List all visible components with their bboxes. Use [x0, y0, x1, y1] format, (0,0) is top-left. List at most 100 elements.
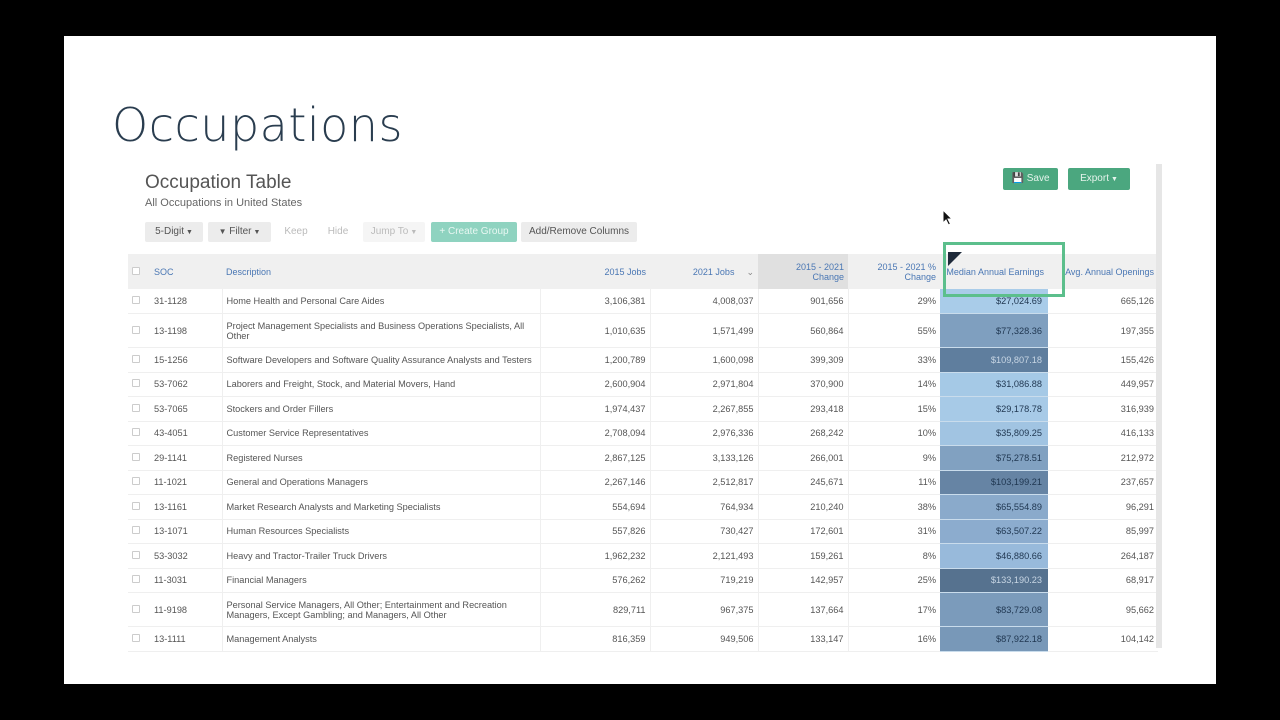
jobs-2021-cell: 2,512,817	[650, 470, 759, 495]
table-row[interactable]: 29-1141 Registered Nurses 2,867,125 3,133,1…	[128, 445, 1158, 471]
checkbox[interactable]	[132, 452, 140, 461]
checkbox[interactable]	[132, 325, 140, 334]
caret-down-icon: ▼	[1110, 176, 1118, 183]
select-all-checkbox[interactable]	[128, 254, 150, 289]
annual-openings-cell: 665,126	[1048, 289, 1158, 314]
soc-cell: 13-1071	[150, 519, 223, 544]
annual-openings-cell: 316,939	[1048, 396, 1158, 422]
column-header-change[interactable]: 2015 - 2021 Change	[758, 254, 848, 289]
export-button[interactable]: Export ▼	[1068, 168, 1130, 190]
column-header-annual-openings[interactable]: Avg. Annual Openings	[1048, 254, 1158, 289]
table-row[interactable]: 53-7065 Stockers and Order Fillers 1,974,4…	[128, 396, 1158, 422]
row-checkbox[interactable]	[128, 592, 150, 627]
change-cell: 137,664	[758, 592, 849, 627]
jobs-2021-cell: 2,121,493	[650, 543, 759, 569]
row-checkbox[interactable]	[128, 494, 150, 520]
description-cell: Management Analysts	[222, 626, 541, 652]
column-header-2021-jobs[interactable]: 2021 Jobs ⌄	[650, 254, 758, 289]
row-checkbox[interactable]	[128, 626, 150, 652]
table-row[interactable]: 43-4051 Customer Service Representatives 2…	[128, 421, 1158, 446]
table-row[interactable]: 11-1021 General and Operations Managers 2,…	[128, 470, 1158, 495]
median-earnings-cell: $103,199.21	[940, 470, 1048, 495]
annual-openings-cell: 264,187	[1048, 543, 1158, 569]
annual-openings-cell: 95,662	[1048, 592, 1158, 627]
change-cell: 293,418	[758, 396, 849, 422]
table-row[interactable]: 31-1128 Home Health and Personal Care Aid…	[128, 289, 1158, 314]
checkbox[interactable]	[132, 604, 140, 613]
table-row[interactable]: 13-1071 Human Resources Specialists 557,82…	[128, 519, 1158, 544]
add-remove-columns-button[interactable]: Add/Remove Columns	[521, 222, 637, 242]
soc-cell: 13-1198	[150, 313, 223, 348]
save-button[interactable]: 💾 Save	[1003, 168, 1058, 190]
checkbox[interactable]	[132, 575, 140, 584]
soc-cell: 13-1111	[150, 626, 223, 652]
checkbox[interactable]	[132, 501, 140, 510]
caret-down-icon: ▼	[253, 229, 261, 236]
row-checkbox[interactable]	[128, 347, 150, 373]
digit-level-dropdown[interactable]: 5-Digit ▼	[145, 222, 203, 242]
sort-chevron-icon[interactable]: ⌄	[746, 267, 754, 277]
mouse-cursor-icon	[942, 209, 954, 226]
table-row[interactable]: 11-9198 Personal Service Managers, All Ot…	[128, 592, 1158, 627]
checkbox[interactable]	[132, 633, 140, 642]
checkbox[interactable]	[132, 379, 140, 388]
table-row[interactable]: 13-1161 Market Research Analysts and Mark…	[128, 494, 1158, 520]
panel-scrollbar[interactable]	[1156, 164, 1162, 648]
jobs-2021-cell: 2,976,336	[650, 421, 759, 446]
median-earnings-cell: $29,178.78	[940, 396, 1048, 422]
occupation-table: SOC Description 2015 Jobs 2021 Jobs ⌄ 201…	[128, 254, 1158, 652]
checkbox[interactable]	[132, 403, 140, 412]
caret-down-icon: ▼	[410, 229, 418, 236]
jobs-2015-cell: 554,694	[540, 494, 651, 520]
jobs-2021-cell: 730,427	[650, 519, 759, 544]
table-row[interactable]: 13-1198 Project Management Specialists an…	[128, 313, 1158, 348]
checkbox[interactable]	[132, 296, 140, 304]
hide-button[interactable]: Hide	[320, 222, 356, 242]
median-earnings-cell: $46,880.66	[940, 543, 1048, 569]
checkbox[interactable]	[132, 354, 140, 363]
row-checkbox[interactable]	[128, 445, 150, 471]
pct-change-cell: 55%	[848, 313, 940, 348]
row-checkbox[interactable]	[128, 372, 150, 397]
row-checkbox[interactable]	[128, 470, 150, 495]
pin-flag-icon	[948, 252, 962, 266]
change-cell: 245,671	[758, 470, 849, 495]
row-checkbox[interactable]	[128, 568, 150, 593]
table-row[interactable]: 53-3032 Heavy and Tractor-Trailer Truck D…	[128, 543, 1158, 569]
column-header-2015-jobs[interactable]: 2015 Jobs	[540, 254, 650, 289]
keep-button[interactable]: Keep	[278, 222, 314, 242]
filter-button[interactable]: ▼ Filter ▼	[208, 222, 271, 242]
median-earnings-cell: $35,809.25	[940, 421, 1048, 446]
table-row[interactable]: 13-1111 Management Analysts 816,359 949,506…	[128, 626, 1158, 652]
jobs-2021-cell: 2,267,855	[650, 396, 759, 422]
checkbox[interactable]	[132, 526, 140, 535]
checkbox[interactable]	[132, 550, 140, 559]
annual-openings-cell: 449,957	[1048, 372, 1158, 397]
annual-openings-cell: 96,291	[1048, 494, 1158, 520]
slide-title: Occupations	[112, 98, 403, 152]
column-header-description[interactable]: Description	[222, 254, 540, 289]
row-checkbox[interactable]	[128, 421, 150, 446]
row-checkbox[interactable]	[128, 289, 150, 314]
pct-change-cell: 15%	[848, 396, 940, 422]
row-checkbox[interactable]	[128, 543, 150, 569]
row-checkbox[interactable]	[128, 313, 150, 348]
table-row[interactable]: 11-3031 Financial Managers 576,262 719,219 1…	[128, 568, 1158, 593]
pct-change-cell: 8%	[848, 543, 940, 569]
row-checkbox[interactable]	[128, 519, 150, 544]
jump-to-dropdown[interactable]: Jump To ▼	[363, 222, 425, 242]
annual-openings-cell: 212,972	[1048, 445, 1158, 471]
column-header-pct-change[interactable]: 2015 - 2021 % Change	[848, 254, 940, 289]
create-group-button[interactable]: + Create Group	[431, 222, 517, 242]
table-row[interactable]: 15-1256 Software Developers and Software …	[128, 347, 1158, 373]
column-header-soc[interactable]: SOC	[150, 254, 222, 289]
annual-openings-cell: 85,997	[1048, 519, 1158, 544]
checkbox[interactable]	[132, 428, 140, 437]
jobs-2021-cell: 949,506	[650, 626, 759, 652]
table-row[interactable]: 53-7062 Laborers and Freight, Stock, and …	[128, 372, 1158, 397]
checkbox[interactable]	[132, 477, 140, 486]
row-checkbox[interactable]	[128, 396, 150, 422]
jobs-2021-cell: 1,571,499	[650, 313, 759, 348]
jobs-2015-cell: 816,359	[540, 626, 651, 652]
pct-change-cell: 17%	[848, 592, 940, 627]
